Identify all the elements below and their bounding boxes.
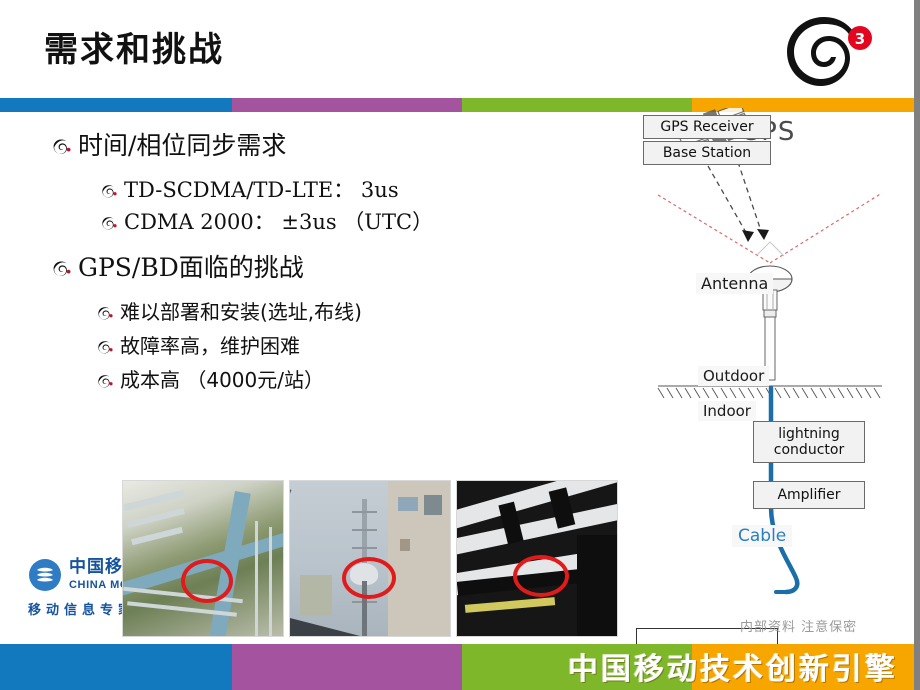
lightning-line-1: lightning [778,425,840,442]
bullet-text: 时间/相位同步需求 [78,131,287,160]
g-bullet-icon [97,374,113,390]
bullet-item-3: GPS/BD面临的挑战 [52,254,612,281]
g-bullet-icon [97,340,113,356]
color-seg-purple [232,98,462,112]
slide-canvas: 需求和挑战 3 时间/相位同步需求 TD-SCDMA/TD-LTE： 3us C… [0,0,920,690]
g3-logo: 3 [780,14,872,88]
g-bullet-icon [52,260,71,279]
lightning-line-2: conductor [773,442,845,458]
highlight-circle [342,557,396,599]
bullet-item-5: 故障率高，维护困难 [97,335,612,357]
mast-antenna-photo [289,480,451,637]
bullet-list: 时间/相位同步需求 TD-SCDMA/TD-LTE： 3us CDMA 2000… [52,132,612,403]
slide-top-edge [0,0,920,3]
g-bullet-icon [97,306,113,322]
bullet-text: 成本高 （4000元/站） [120,368,324,393]
banner-slogan: 中国移动技术创新引擎 [568,652,898,687]
gps-receiver-box: GPS Receiver [643,115,771,139]
base-station-box: Base Station [643,141,771,165]
bullet-item-6: 成本高 （4000元/站） [97,369,612,391]
g-bullet-icon [101,216,117,232]
bullet-item-1: TD-SCDMA/TD-LTE： 3us [101,179,612,202]
signal-arrows [707,161,763,237]
gps-deployment-diagram: GPS Antenna Outdoor Indoor Cable lightni… [636,108,904,690]
g-bullet-icon [52,138,71,157]
amplifier-box: Amplifier [753,481,865,509]
g-bullet-icon [101,184,117,200]
bullet-text: 难以部署和安装(选址,布线) [120,300,362,325]
arrow-head [757,229,769,240]
cone-apex [755,241,785,257]
highlight-circle [513,555,569,597]
bullet-item-4: 难以部署和安装(选址,布线) [97,301,612,323]
bullet-item-2: CDMA 2000： ±3us （UTC） [101,209,612,234]
outdoor-label: Outdoor [698,366,770,386]
antenna-label: Antenna [696,273,774,294]
page-title: 需求和挑战 [44,30,224,70]
color-seg-blue [0,98,232,112]
bullet-text: TD-SCDMA/TD-LTE： 3us [124,178,399,202]
bullet-text: CDMA 2000： ±3us （UTC） [124,209,434,234]
rooftop-antenna-photo [122,480,284,637]
banner-seg-blue [0,644,232,690]
structure-antenna-photo [456,480,618,637]
arrow-head [742,230,754,242]
confidential-note: 内部资料 注意保密 [740,620,858,635]
photo-strip [122,480,618,637]
banner-seg-purple [232,644,462,690]
china-mobile-mark-icon [28,558,62,592]
bullet-item-0: 时间/相位同步需求 [52,132,612,159]
indoor-label: Indoor [698,401,756,421]
highlight-circle [181,559,233,603]
g3-badge-number: 3 [855,30,865,48]
reception-cone [657,192,883,264]
cable-label: Cable [732,525,793,547]
slide-right-edge [914,0,920,690]
lightning-conductor-box: lightning conductor [753,421,865,463]
bullet-text: 故障率高，维护困难 [120,334,300,359]
bullet-text: GPS/BD面临的挑战 [78,253,304,283]
